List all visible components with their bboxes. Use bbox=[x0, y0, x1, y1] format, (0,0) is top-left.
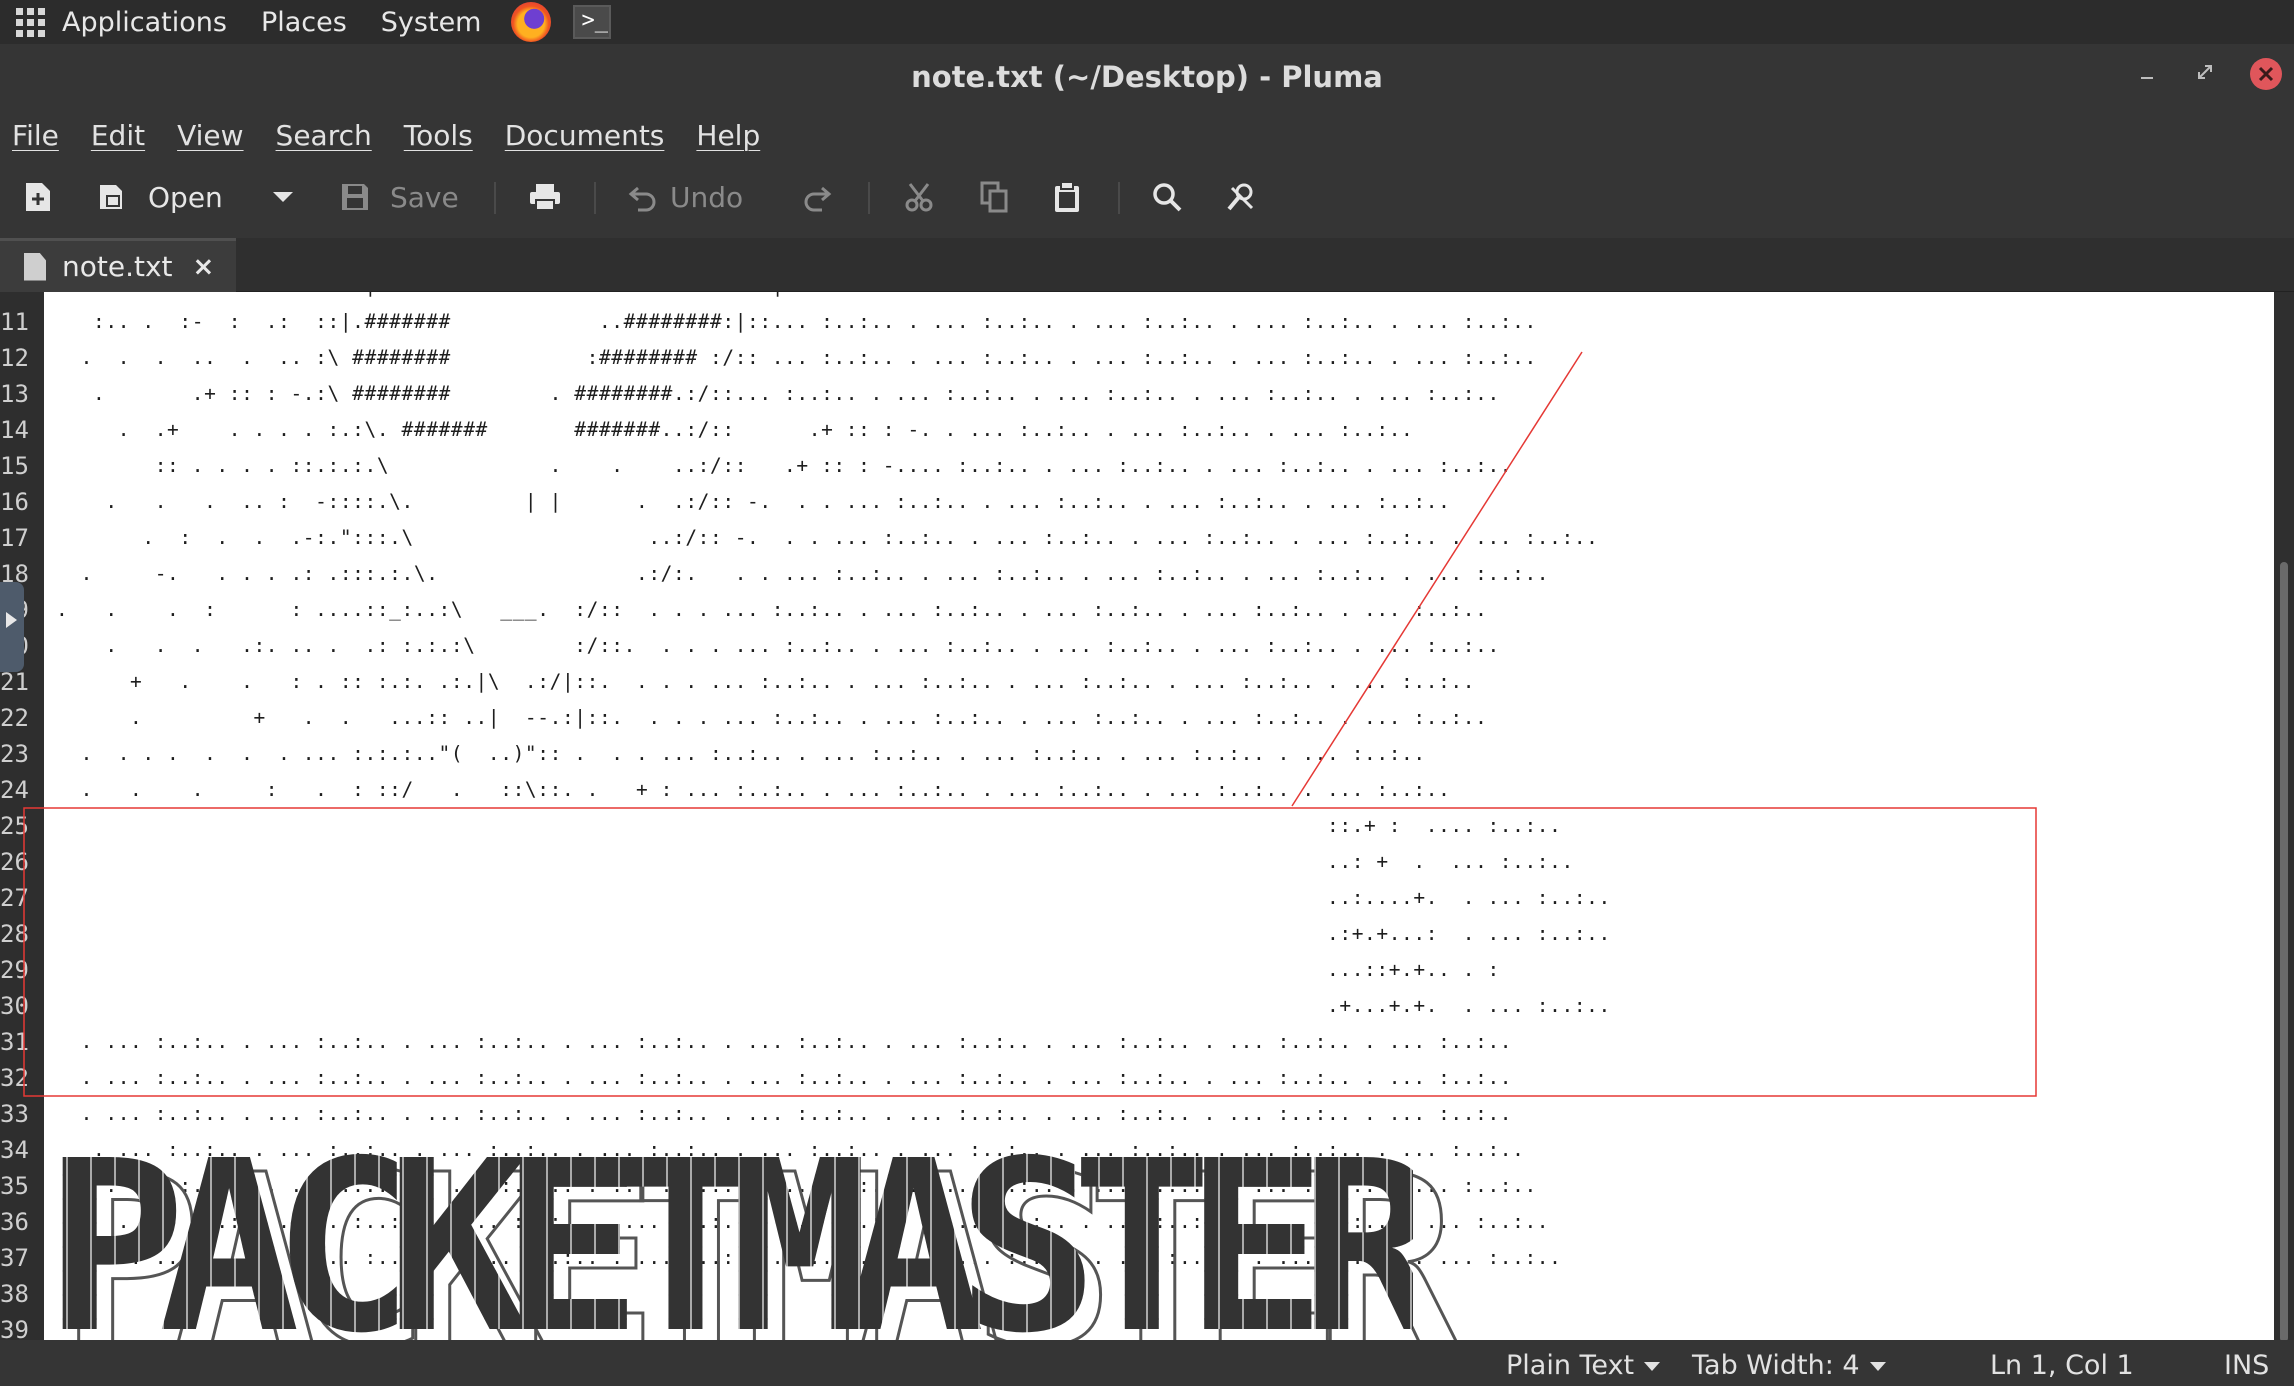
line-number: 25 bbox=[0, 812, 29, 840]
line-number: 35 bbox=[0, 1172, 29, 1200]
open-dropdown-icon[interactable] bbox=[272, 172, 294, 222]
line-number: 11 bbox=[0, 308, 29, 336]
save-button[interactable]: Save bbox=[340, 172, 459, 222]
line-number: 32 bbox=[0, 1064, 29, 1092]
tab-note-txt[interactable]: note.txt × bbox=[0, 238, 236, 292]
panel-places[interactable]: Places bbox=[261, 7, 347, 38]
expand-arrow-icon bbox=[6, 612, 17, 628]
line-number: 14 bbox=[0, 416, 29, 444]
menu-help[interactable]: Help bbox=[696, 119, 760, 152]
tab-label: note.txt bbox=[62, 250, 173, 283]
tab-bar: note.txt × bbox=[0, 238, 2294, 292]
language-selector[interactable]: Plain Text bbox=[1506, 1350, 1661, 1381]
line-number: 21 bbox=[0, 668, 29, 696]
new-document-icon[interactable] bbox=[24, 172, 54, 222]
copy-icon[interactable] bbox=[980, 172, 1010, 222]
print-icon[interactable] bbox=[528, 172, 562, 222]
cursor-position: Ln 1, Col 1 bbox=[1990, 1350, 2134, 1381]
toolbar-separator bbox=[868, 182, 870, 214]
toolbar-separator bbox=[1118, 182, 1120, 214]
terminal-icon[interactable]: >_ bbox=[573, 5, 612, 39]
vertical-scrollbar[interactable] bbox=[2274, 292, 2294, 1340]
panel-applications[interactable]: Applications bbox=[62, 7, 227, 38]
line-number: 22 bbox=[0, 704, 29, 732]
redo-icon[interactable] bbox=[802, 172, 832, 222]
tab-close-icon[interactable]: × bbox=[193, 252, 215, 282]
line-number: 16 bbox=[0, 488, 29, 516]
dropdown-caret-icon bbox=[1644, 1362, 1661, 1371]
line-number: 15 bbox=[0, 452, 29, 480]
line-number: 29 bbox=[0, 956, 29, 984]
toolbar-separator bbox=[494, 182, 496, 214]
menu-documents[interactable]: Documents bbox=[505, 119, 665, 152]
text-document-icon bbox=[24, 252, 46, 281]
line-number: 36 bbox=[0, 1208, 29, 1236]
line-number: 28 bbox=[0, 920, 29, 948]
firefox-icon[interactable] bbox=[511, 2, 552, 42]
line-number: 33 bbox=[0, 1100, 29, 1128]
cut-icon[interactable] bbox=[904, 172, 934, 222]
window-title: note.txt (~/Desktop) - Pluma bbox=[911, 60, 1383, 94]
line-number: 38 bbox=[0, 1280, 29, 1308]
undo-label: Undo bbox=[670, 180, 744, 214]
menu-view[interactable]: View bbox=[177, 119, 243, 152]
dropdown-caret-icon bbox=[1869, 1362, 1886, 1371]
open-label: Open bbox=[148, 180, 223, 214]
window-titlebar[interactable]: note.txt (~/Desktop) - Pluma bbox=[0, 44, 2294, 110]
menu-edit[interactable]: Edit bbox=[91, 119, 145, 152]
undo-icon bbox=[628, 182, 658, 212]
close-icon[interactable] bbox=[2250, 58, 2282, 90]
save-label: Save bbox=[390, 180, 459, 214]
line-number: 30 bbox=[0, 992, 29, 1020]
line-number: 23 bbox=[0, 740, 29, 768]
menu-tools[interactable]: Tools bbox=[404, 119, 473, 152]
restore-icon[interactable] bbox=[2196, 62, 2214, 87]
open-icon bbox=[96, 181, 128, 213]
top-panel: Applications Places System >_ bbox=[0, 0, 2294, 44]
status-bar: Plain Text Tab Width: 4 Ln 1, Col 1 INS bbox=[0, 1340, 2294, 1386]
toolbar: Open Save Undo bbox=[0, 160, 2294, 238]
menu-search[interactable]: Search bbox=[276, 119, 372, 152]
menubar: File Edit View Search Tools Documents He… bbox=[0, 110, 2294, 160]
line-number: 37 bbox=[0, 1244, 29, 1272]
line-number: 17 bbox=[0, 524, 29, 552]
minimize-icon[interactable] bbox=[2140, 62, 2156, 87]
undo-button[interactable]: Undo bbox=[628, 172, 743, 222]
line-number: 39 bbox=[0, 1316, 29, 1340]
scrollbar-thumb[interactable] bbox=[2280, 562, 2288, 1340]
banner-text: PACKETMASTER bbox=[44, 1130, 1414, 1340]
save-icon bbox=[340, 182, 370, 212]
panel-system[interactable]: System bbox=[381, 7, 482, 38]
insert-mode: INS bbox=[2224, 1350, 2270, 1381]
line-number: 31 bbox=[0, 1028, 29, 1056]
editor[interactable]: 1112131415161718192021222324252627282930… bbox=[0, 292, 2294, 1340]
paste-icon[interactable] bbox=[1052, 172, 1082, 222]
line-number: 34 bbox=[0, 1136, 29, 1164]
apps-grid-icon[interactable] bbox=[14, 6, 46, 38]
menu-file[interactable]: File bbox=[12, 119, 59, 152]
side-panel-handle[interactable] bbox=[0, 582, 24, 672]
open-button[interactable]: Open bbox=[96, 172, 223, 222]
line-number: 26 bbox=[0, 848, 29, 876]
tab-width-selector[interactable]: Tab Width: 4 bbox=[1692, 1350, 1886, 1381]
line-number-gutter: 1112131415161718192021222324252627282930… bbox=[0, 292, 44, 1340]
line-number: 24 bbox=[0, 776, 29, 804]
line-number: 27 bbox=[0, 884, 29, 912]
toolbar-separator bbox=[594, 182, 596, 214]
replace-icon[interactable] bbox=[1226, 172, 1258, 222]
ascii-banner: PACKETMASTER PACKETMASTER bbox=[44, 1130, 1459, 1340]
line-number: 13 bbox=[0, 380, 29, 408]
line-number: 12 bbox=[0, 344, 29, 372]
search-icon[interactable] bbox=[1152, 172, 1182, 222]
